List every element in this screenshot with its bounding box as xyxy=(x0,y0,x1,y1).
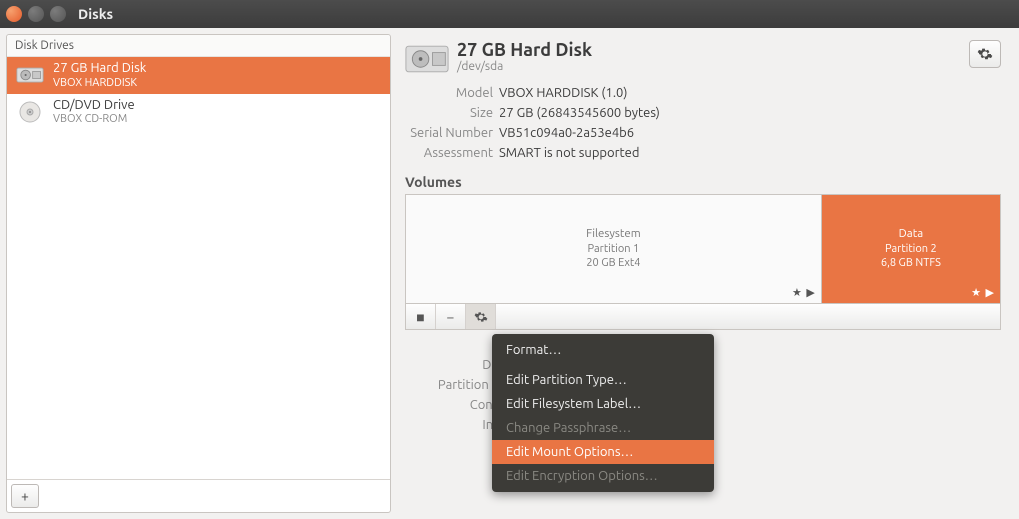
label-in-use: In U xyxy=(405,418,505,432)
disk-device-path: /dev/sda xyxy=(457,60,592,73)
volume-fs: 6,8 GB NTFS xyxy=(881,256,941,270)
drive-name: 27 GB Hard Disk xyxy=(53,61,146,77)
add-drive-button[interactable]: + xyxy=(11,484,39,508)
sidebar-header: Disk Drives xyxy=(7,35,390,57)
volume-partition-2[interactable]: Data Partition 2 6,8 GB NTFS ★ ▶ xyxy=(822,195,1000,303)
drive-sidebar: Disk Drives 27 GB Hard Disk VBOX HARDDIS… xyxy=(6,34,391,513)
gear-icon xyxy=(474,310,488,324)
value-model: VBOX HARDDISK (1.0) xyxy=(499,86,1001,100)
delete-partition-button[interactable]: − xyxy=(436,304,466,329)
volume-partition-1[interactable]: Filesystem Partition 1 20 GB Ext4 ★ ▶ xyxy=(406,195,822,303)
drive-name: CD/DVD Drive xyxy=(53,98,135,114)
window-maximize-button[interactable] xyxy=(50,6,66,22)
value-serial: VB51c094a0-2a53e4b6 xyxy=(499,126,1001,140)
unmount-button[interactable]: ■ xyxy=(406,304,436,329)
drive-item-hard-disk[interactable]: 27 GB Hard Disk VBOX HARDDISK xyxy=(7,57,390,94)
label-size: Size xyxy=(405,106,493,120)
sidebar-footer: + xyxy=(7,479,390,512)
cm-edit-encryption-options: Edit Encryption Options… xyxy=(492,464,714,488)
volume-name: Filesystem xyxy=(586,227,641,242)
volumes-header: Volumes xyxy=(405,174,1001,190)
volume-context-menu: Format… Edit Partition Type… Edit Filesy… xyxy=(492,334,714,492)
window-title: Disks xyxy=(78,6,113,22)
label-partition-type: Partition Ty xyxy=(405,378,505,392)
label-vol-size: S xyxy=(405,338,505,352)
disk-title: 27 GB Hard Disk xyxy=(457,40,592,60)
cm-edit-partition-type[interactable]: Edit Partition Type… xyxy=(492,368,714,392)
label-model: Model xyxy=(405,86,493,100)
drive-sub: VBOX CD-ROM xyxy=(53,113,135,126)
volume-indicators: ★ ▶ xyxy=(971,286,995,300)
volume-toolbar: ■ − xyxy=(406,303,1000,329)
drive-item-cd-dvd[interactable]: CD/DVD Drive VBOX CD-ROM xyxy=(7,94,390,131)
window-close-button[interactable] xyxy=(6,6,22,22)
cm-change-passphrase: Change Passphrase… xyxy=(492,416,714,440)
cm-edit-filesystem-label[interactable]: Edit Filesystem Label… xyxy=(492,392,714,416)
cm-format[interactable]: Format… xyxy=(492,338,714,362)
hard-disk-icon xyxy=(15,62,45,88)
label-serial: Serial Number xyxy=(405,126,493,140)
volume-name: Data xyxy=(899,227,923,242)
label-contents: Conte xyxy=(405,398,505,412)
drive-list: 27 GB Hard Disk VBOX HARDDISK CD/DVD Dri… xyxy=(7,57,390,479)
disk-options-button[interactable] xyxy=(969,40,1001,68)
volume-partition: Partition 1 xyxy=(588,242,640,256)
window-minimize-button[interactable] xyxy=(28,6,44,22)
volume-partition: Partition 2 xyxy=(885,242,937,256)
volume-indicators: ★ ▶ xyxy=(792,286,816,300)
drive-sub: VBOX HARDDISK xyxy=(53,77,146,90)
volume-options-button[interactable] xyxy=(466,304,496,329)
value-size: 27 GB (26843545600 bytes) xyxy=(499,106,1001,120)
titlebar: Disks xyxy=(0,0,1019,28)
volume-fs: 20 GB Ext4 xyxy=(586,256,640,270)
optical-drive-icon xyxy=(15,99,45,125)
hard-disk-large-icon xyxy=(405,42,449,76)
volumes-box: Filesystem Partition 1 20 GB Ext4 ★ ▶ Da… xyxy=(405,194,1001,330)
gear-icon xyxy=(977,46,993,62)
value-assessment: SMART is not supported xyxy=(499,146,1001,160)
cm-edit-mount-options[interactable]: Edit Mount Options… xyxy=(492,440,714,464)
label-assessment: Assessment xyxy=(405,146,493,160)
label-vol-device: Dev xyxy=(405,358,505,372)
